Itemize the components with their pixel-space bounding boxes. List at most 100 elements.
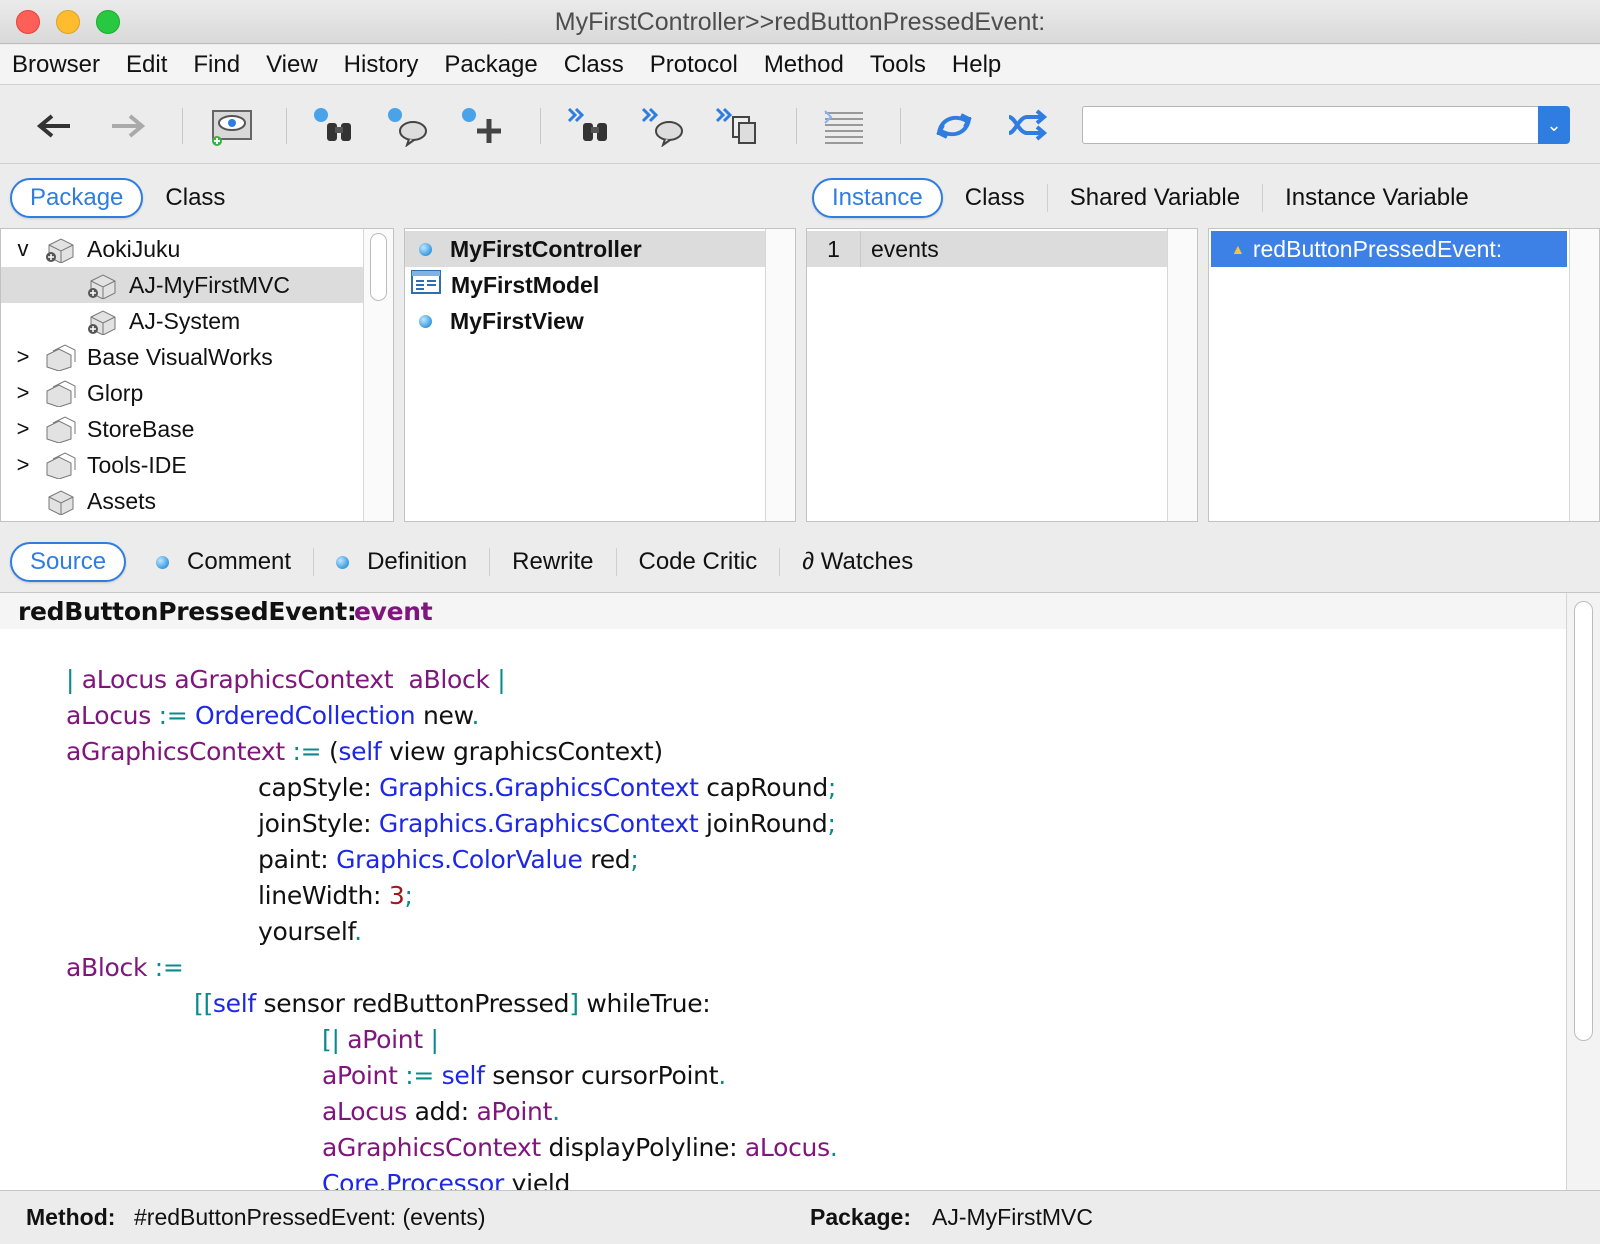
class-label: MyFirstView xyxy=(450,307,584,334)
status-package-value: AJ-MyFirstMVC xyxy=(932,1204,1093,1230)
tab-rewrite[interactable]: Rewrite xyxy=(489,548,615,576)
package-icon xyxy=(87,271,119,300)
code-token: new xyxy=(422,701,472,730)
list-item[interactable]: 1 events xyxy=(807,231,1167,267)
tab-instance[interactable]: Instance xyxy=(812,178,943,218)
menu-tools[interactable]: Tools xyxy=(870,51,926,79)
menu-package[interactable]: Package xyxy=(444,51,537,79)
class-dot-icon xyxy=(419,314,432,328)
package-scrollbar[interactable] xyxy=(363,229,393,521)
find-binoculars-icon xyxy=(314,108,351,141)
tab-code-critic[interactable]: Code Critic xyxy=(615,548,780,576)
source-scrollbar[interactable] xyxy=(1566,593,1600,1190)
menu-class[interactable]: Class xyxy=(564,51,624,79)
sync-button[interactable] xyxy=(930,102,978,150)
list-item[interactable]: > Glorp xyxy=(1,375,363,411)
forward-button[interactable] xyxy=(104,102,152,150)
status-method-label: Method: xyxy=(26,1204,116,1230)
list-item[interactable]: MyFirstView xyxy=(405,303,765,339)
tab-shared-variable[interactable]: Shared Variable xyxy=(1046,184,1262,212)
source-editor[interactable]: redButtonPressedEvent: event | aLocus aG… xyxy=(0,592,1600,1190)
senders-button[interactable] xyxy=(566,102,614,150)
menu-find[interactable]: Find xyxy=(193,51,240,79)
tab-class[interactable]: Class xyxy=(143,184,247,212)
method-scrollbar[interactable] xyxy=(1569,229,1599,521)
menu-browser[interactable]: Browser xyxy=(12,51,100,79)
tab-instance-variable[interactable]: Instance Variable xyxy=(1262,184,1491,212)
tab-source[interactable]: Source xyxy=(10,542,127,582)
list-item[interactable]: > Base VisualWorks xyxy=(1,339,363,375)
code-token: self xyxy=(212,989,264,1018)
code-line: Core.Processor yield xyxy=(322,1169,570,1190)
code-token: := xyxy=(292,737,329,766)
code-token: | xyxy=(430,1025,439,1054)
chevron-right-icon[interactable]: > xyxy=(1,452,45,478)
back-button[interactable] xyxy=(30,102,78,150)
chevron-right-icon[interactable]: > xyxy=(1,416,45,442)
window-title: MyFirstController>>redButtonPressedEvent… xyxy=(554,8,1046,36)
class-scrollbar[interactable] xyxy=(765,229,795,521)
tab-package[interactable]: Package xyxy=(10,178,144,218)
code-token: ; xyxy=(630,845,639,874)
list-item[interactable]: v AokiJuku xyxy=(1,231,363,267)
chevron-right-icon[interactable]: > xyxy=(1,380,45,406)
menu-help[interactable]: Help xyxy=(952,51,1001,79)
scroll-thumb[interactable] xyxy=(370,233,387,301)
code-token: lineWidth: xyxy=(258,881,389,910)
menu-protocol[interactable]: Protocol xyxy=(650,51,738,79)
menu-view[interactable]: View xyxy=(266,51,318,79)
code-token: OrderedCollection xyxy=(195,701,423,730)
shuffle-button[interactable] xyxy=(1004,102,1052,150)
list-item[interactable]: Assets xyxy=(1,483,363,519)
status-bar: Method: #redButtonPressedEvent: (events)… xyxy=(0,1190,1600,1244)
code-token: yield xyxy=(511,1169,571,1190)
tab-class-side[interactable]: Class xyxy=(943,184,1047,212)
code-token: sensor cursorPoint xyxy=(492,1061,719,1090)
code-token: red xyxy=(590,845,631,874)
tab-definition[interactable]: Definition xyxy=(313,548,489,576)
code-token: aLocus xyxy=(322,1097,415,1126)
code-token: capRound xyxy=(706,773,828,802)
list-item[interactable]: > StoreBase xyxy=(1,411,363,447)
code-token: . xyxy=(829,1133,838,1162)
menu-method[interactable]: Method xyxy=(764,51,844,79)
toolbar: ⌄ xyxy=(0,86,1600,164)
senders-of-button[interactable] xyxy=(640,102,688,150)
code-token: [[ xyxy=(194,989,213,1018)
expander-toggle[interactable]: v xyxy=(1,236,45,262)
code-token: aLocus xyxy=(66,701,159,730)
list-item[interactable]: MyFirstModel xyxy=(405,267,765,303)
tab-watches[interactable]: ∂ Watches xyxy=(779,548,935,576)
list-item[interactable]: ▲ redButtonPressedEvent: xyxy=(1211,231,1567,267)
code-line: aLocus add: aPoint. xyxy=(322,1097,560,1126)
code-tabs: Source Comment Definition Rewrite Code C… xyxy=(10,539,935,585)
find-class-button[interactable] xyxy=(310,102,358,150)
implementors-button[interactable] xyxy=(714,102,762,150)
list-item[interactable]: AJ-MyFirstMVC xyxy=(1,267,363,303)
search-input[interactable] xyxy=(1082,106,1540,144)
package-label: AJ-System xyxy=(129,307,241,334)
scroll-thumb[interactable] xyxy=(1574,601,1593,1041)
code-token: | xyxy=(497,665,506,694)
code-token: | xyxy=(66,665,82,694)
find-method-button[interactable] xyxy=(384,102,432,150)
protocol-scrollbar[interactable] xyxy=(1167,229,1197,521)
format-button[interactable] xyxy=(820,102,868,150)
code-line: aBlock := xyxy=(66,953,184,982)
code-token: := xyxy=(158,701,195,730)
code-token: . xyxy=(718,1061,726,1090)
side-tabs: Instance Class Shared Variable Instance … xyxy=(812,175,1491,221)
method-argument: event xyxy=(354,597,433,626)
chevron-right-icon[interactable]: > xyxy=(1,344,45,370)
list-item[interactable]: AJ-System xyxy=(1,303,363,339)
visual-browse-button[interactable] xyxy=(208,102,256,150)
menu-history[interactable]: History xyxy=(344,51,419,79)
menu-edit[interactable]: Edit xyxy=(126,51,167,79)
senders-binoculars-icon xyxy=(567,107,607,141)
tab-comment[interactable]: Comment xyxy=(126,548,313,576)
protocol-number: 1 xyxy=(807,231,861,267)
list-item[interactable]: > Tools-IDE xyxy=(1,447,363,483)
add-button[interactable] xyxy=(458,102,506,150)
list-item[interactable]: MyFirstController xyxy=(405,231,765,267)
search-dropdown-button[interactable]: ⌄ xyxy=(1538,106,1570,144)
